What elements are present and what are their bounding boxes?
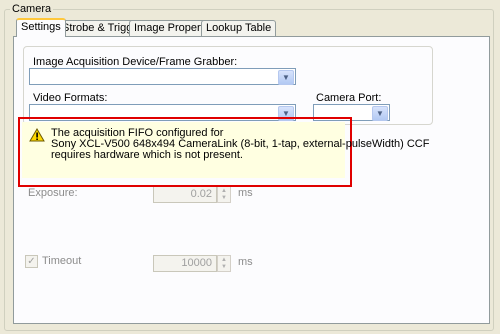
exposure-spinner[interactable]: ▲ ▼ bbox=[217, 186, 231, 203]
tab-settings[interactable]: Settings bbox=[16, 18, 66, 37]
warning-icon bbox=[29, 128, 45, 142]
timeout-input[interactable]: 10000 bbox=[153, 255, 217, 272]
camera-group-title: Camera bbox=[10, 3, 54, 15]
spin-up-icon[interactable]: ▲ bbox=[218, 257, 230, 263]
exposure-unit: ms bbox=[238, 187, 253, 199]
camera-port-label: Camera Port: bbox=[316, 92, 382, 104]
spin-up-icon[interactable]: ▲ bbox=[218, 188, 230, 194]
warning-message: The acquisition FIFO configured for Sony… bbox=[51, 128, 429, 161]
acquisition-device-select[interactable]: ▼ bbox=[29, 68, 296, 85]
exposure-label: Exposure: bbox=[28, 187, 78, 199]
timeout-checkbox[interactable]: ✓ bbox=[25, 255, 38, 268]
spin-down-icon[interactable]: ▼ bbox=[218, 195, 230, 201]
spin-down-icon[interactable]: ▼ bbox=[218, 264, 230, 270]
video-formats-label: Video Formats: bbox=[33, 92, 108, 104]
exposure-input[interactable]: 0.02 bbox=[153, 186, 217, 203]
timeout-unit: ms bbox=[238, 256, 253, 268]
tab-lookup-table[interactable]: Lookup Table bbox=[201, 20, 277, 36]
timeout-spinner[interactable]: ▲ ▼ bbox=[217, 255, 231, 272]
timeout-label: Timeout bbox=[42, 255, 82, 267]
acquisition-device-label: Image Acquisition Device/Frame Grabber: bbox=[33, 56, 238, 68]
chevron-down-icon[interactable]: ▼ bbox=[372, 106, 388, 121]
warning-line: requires hardware which is not present. bbox=[51, 149, 243, 161]
chevron-down-icon[interactable]: ▼ bbox=[278, 70, 294, 85]
